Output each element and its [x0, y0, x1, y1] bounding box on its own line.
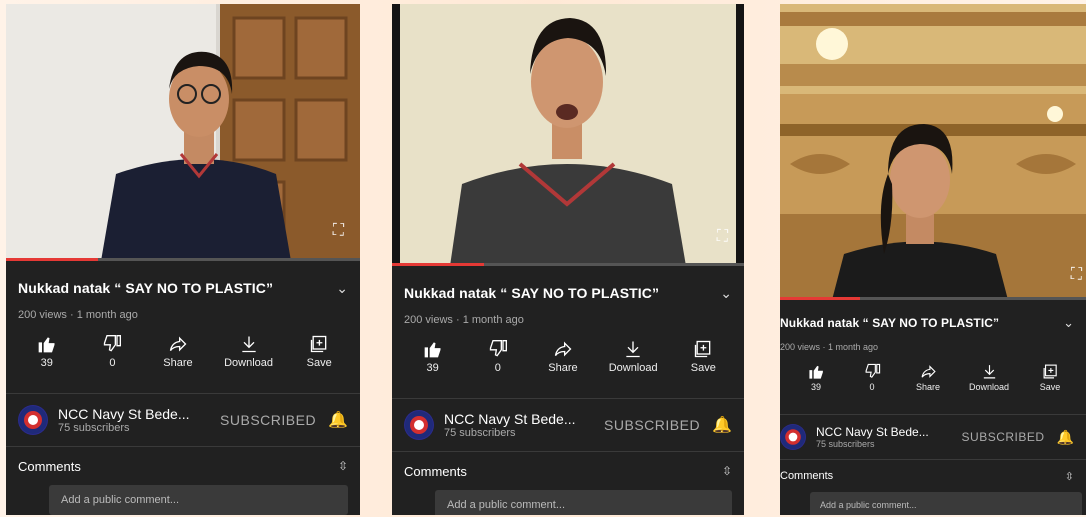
save-button[interactable]: Save [289, 331, 349, 393]
video-panel-1: ⛶ Nukkad natak “ SAY NO TO PLASTIC” ⌄ 20… [6, 4, 360, 515]
save-button[interactable]: Save [673, 336, 733, 398]
share-button[interactable]: Share [903, 360, 953, 414]
video-player[interactable]: ⛶ [392, 4, 744, 266]
channel-row[interactable]: NCC Navy St Bede... 75 subscribers SUBSC… [780, 415, 1086, 459]
chevron-down-icon[interactable]: ⌄ [720, 285, 732, 302]
download-label: Download [224, 357, 274, 369]
comment-input[interactable]: Add a public comment... [810, 492, 1082, 515]
bell-icon[interactable]: 🔔 [328, 410, 348, 430]
save-button[interactable]: Save [1025, 360, 1075, 414]
comments-header[interactable]: Comments [18, 459, 81, 474]
download-icon [239, 331, 259, 357]
video-title[interactable]: Nukkad natak “ SAY NO TO PLASTIC” [404, 285, 659, 301]
save-label: Save [1039, 382, 1061, 392]
share-label: Share [163, 357, 193, 369]
channel-name[interactable]: NCC Navy St Bede... [444, 411, 604, 427]
subscriber-count: 75 subscribers [58, 422, 130, 434]
comments-header[interactable]: Comments [404, 464, 467, 479]
thumbs-up-icon [37, 331, 57, 357]
share-icon [553, 336, 573, 362]
channel-row[interactable]: NCC Navy St Bede... 75 subscribers SUBSC… [392, 399, 744, 451]
download-icon [623, 336, 643, 362]
fullscreen-icon[interactable]: ⛶ [333, 222, 344, 240]
chevron-down-icon[interactable]: ⌄ [336, 280, 348, 297]
dislike-button[interactable]: 0 [468, 336, 528, 398]
thumbs-down-icon [864, 360, 881, 382]
video-title[interactable]: Nukkad natak “ SAY NO TO PLASTIC” [780, 316, 999, 330]
dislike-button[interactable]: 0 [847, 360, 897, 414]
video-panel-3: ⛶ Nukkad natak “ SAY NO TO PLASTIC” ⌄ 20… [780, 4, 1086, 515]
channel-name[interactable]: NCC Navy St Bede... [816, 425, 962, 439]
dislike-button[interactable]: 0 [82, 331, 142, 393]
video-meta: 200 views · 1 month ago [404, 314, 524, 326]
thumbs-down-icon [488, 336, 508, 362]
dislike-count: 0 [869, 382, 875, 392]
bell-icon[interactable]: 🔔 [1057, 429, 1074, 446]
save-icon [309, 331, 329, 357]
bell-icon[interactable]: 🔔 [712, 415, 732, 435]
download-button[interactable]: Download [598, 336, 668, 398]
comment-input[interactable]: Add a public comment... [435, 490, 732, 515]
share-icon [920, 360, 937, 382]
share-icon [168, 331, 188, 357]
chevron-down-icon[interactable]: ⌄ [1063, 315, 1074, 331]
share-button[interactable]: Share [533, 336, 593, 398]
video-player[interactable]: ⛶ [780, 4, 1086, 300]
channel-name[interactable]: NCC Navy St Bede... [58, 406, 220, 422]
download-label: Download [968, 382, 1010, 392]
like-button[interactable]: 39 [403, 336, 463, 398]
fullscreen-icon[interactable]: ⛶ [1071, 266, 1082, 284]
subscribed-button[interactable]: SUBSCRIBED [962, 430, 1045, 444]
share-button[interactable]: Share [148, 331, 208, 393]
video-meta: 200 views · 1 month ago [18, 309, 138, 321]
subscriber-count: 75 subscribers [816, 439, 875, 449]
download-button[interactable]: Download [214, 331, 284, 393]
thumbs-up-icon [808, 360, 825, 382]
video-title[interactable]: Nukkad natak “ SAY NO TO PLASTIC” [18, 280, 273, 296]
thumbs-down-icon [102, 331, 122, 357]
fullscreen-icon[interactable]: ⛶ [717, 228, 728, 246]
unfold-icon[interactable]: ⇳ [722, 464, 732, 478]
download-button[interactable]: Download [959, 360, 1019, 414]
dislike-count: 0 [494, 362, 501, 374]
like-count: 39 [810, 382, 821, 392]
like-button[interactable]: 39 [791, 360, 841, 414]
unfold-icon[interactable]: ⇳ [1065, 470, 1074, 483]
channel-avatar[interactable] [404, 410, 434, 440]
video-panel-2: ⛶ Nukkad natak “ SAY NO TO PLASTIC” ⌄ 20… [392, 4, 744, 515]
channel-avatar[interactable] [780, 424, 806, 450]
save-label: Save [690, 362, 716, 374]
video-meta: 200 views · 1 month ago [780, 342, 879, 352]
unfold-icon[interactable]: ⇳ [338, 459, 348, 473]
download-label: Download [608, 362, 658, 374]
subscribed-button[interactable]: SUBSCRIBED [604, 417, 700, 433]
like-count: 39 [40, 357, 53, 369]
channel-avatar[interactable] [18, 405, 48, 435]
like-count: 39 [426, 362, 439, 374]
comment-input[interactable]: Add a public comment... [49, 485, 348, 515]
channel-row[interactable]: NCC Navy St Bede... 75 subscribers SUBSC… [6, 394, 360, 446]
save-icon [1042, 360, 1059, 382]
like-button[interactable]: 39 [17, 331, 77, 393]
save-label: Save [306, 357, 332, 369]
download-icon [981, 360, 998, 382]
share-label: Share [548, 362, 578, 374]
share-label: Share [915, 382, 941, 392]
comments-header[interactable]: Comments [780, 470, 833, 482]
subscribed-button[interactable]: SUBSCRIBED [220, 412, 316, 428]
video-player[interactable]: ⛶ [6, 4, 360, 261]
save-icon [693, 336, 713, 362]
dislike-count: 0 [109, 357, 116, 369]
thumbs-up-icon [423, 336, 443, 362]
subscriber-count: 75 subscribers [444, 427, 516, 439]
